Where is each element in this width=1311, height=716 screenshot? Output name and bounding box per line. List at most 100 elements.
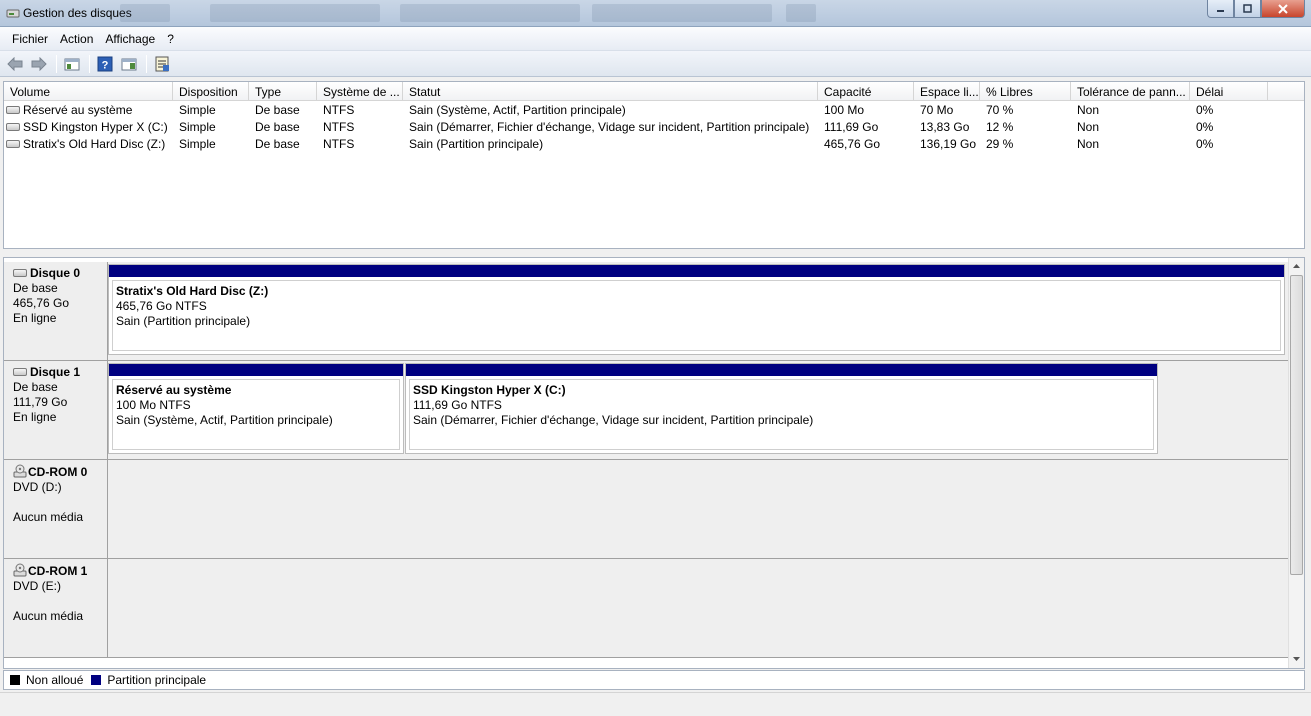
column-type[interactable]: Type — [249, 82, 317, 101]
hard-disk-icon — [13, 268, 27, 277]
menu-affichage[interactable]: Affichage — [99, 29, 161, 49]
column-status[interactable]: Statut — [403, 82, 818, 101]
cell-fault-tolerance: Non — [1077, 103, 1100, 117]
cell-filesystem: NTFS — [323, 120, 355, 134]
window-title: Gestion des disques — [23, 6, 132, 20]
table-row[interactable]: SSD Kingston Hyper X (C:) Simple De base… — [4, 119, 1304, 136]
disk-type: De base — [13, 281, 58, 295]
scroll-up-icon — [1293, 264, 1300, 268]
cell-capacity: 465,76 Go — [824, 137, 881, 151]
scroll-down-button[interactable] — [1289, 651, 1304, 667]
column-free-percent[interactable]: % Libres — [980, 82, 1071, 101]
partition[interactable]: Réservé au système 100 Mo NTFS Sain (Sys… — [108, 363, 404, 454]
legend-swatch-unallocated — [10, 675, 20, 685]
scrollbar-thumb[interactable] — [1290, 275, 1303, 575]
column-filesystem[interactable]: Système de ... — [317, 82, 403, 101]
cell-status: Sain (Système, Actif, Partition principa… — [409, 103, 626, 117]
menu-help[interactable]: ? — [161, 29, 180, 49]
partition-size: 111,69 Go NTFS — [413, 398, 502, 412]
status-bar — [0, 692, 1311, 716]
disk-label[interactable]: CD-ROM 0 DVD (D:) Aucun média — [4, 460, 108, 559]
disk-row: Disque 0 De base 465,76 Go En ligne Stra… — [4, 262, 1290, 361]
taskbar-ghost — [210, 4, 380, 22]
cell-free-percent: 12 % — [986, 120, 1014, 134]
partition[interactable]: Stratix's Old Hard Disc (Z:) 465,76 Go N… — [108, 264, 1285, 355]
disk-area: Stratix's Old Hard Disc (Z:) 465,76 Go N… — [108, 262, 1290, 361]
toolbar: ? — [0, 51, 1311, 77]
partition-content: Réservé au système 100 Mo NTFS Sain (Sys… — [112, 379, 400, 450]
scroll-up-button[interactable] — [1289, 258, 1304, 274]
console-tree-button[interactable] — [61, 54, 83, 74]
volume-list[interactable]: Volume Disposition Type Système de ... S… — [3, 81, 1305, 249]
partition-content: SSD Kingston Hyper X (C:) 111,69 Go NTFS… — [409, 379, 1154, 450]
column-volume[interactable]: Volume — [4, 82, 173, 101]
menu-fichier[interactable]: Fichier — [6, 29, 54, 49]
cell-disposition: Simple — [179, 103, 216, 117]
cell-free-percent: 70 % — [986, 103, 1014, 117]
cd-rom-icon — [13, 464, 27, 478]
taskbar-ghost — [120, 4, 170, 22]
cd-rom-icon — [13, 563, 27, 577]
cell-filesystem: NTFS — [323, 137, 355, 151]
table-row[interactable]: Réservé au système Simple De base NTFS S… — [4, 102, 1304, 119]
cell-overhead: 0% — [1196, 103, 1214, 117]
disk-size: 465,76 Go — [13, 296, 70, 310]
cell-overhead: 0% — [1196, 137, 1214, 151]
disk-label[interactable]: Disque 0 De base 465,76 Go En ligne — [4, 262, 108, 361]
disk-label[interactable]: CD-ROM 1 DVD (E:) Aucun média — [4, 559, 108, 658]
cell-free-space: 70 Mo — [920, 103, 954, 117]
disk-area: Réservé au système 100 Mo NTFS Sain (Sys… — [108, 361, 1290, 460]
column-disposition[interactable]: Disposition — [173, 82, 249, 101]
partition-name: Stratix's Old Hard Disc (Z:) — [116, 284, 269, 298]
cell-filesystem: NTFS — [323, 103, 355, 117]
partition[interactable]: SSD Kingston Hyper X (C:) 111,69 Go NTFS… — [405, 363, 1158, 454]
cell-volume: SSD Kingston Hyper X (C:) — [4, 120, 173, 134]
cell-volume: Stratix's Old Hard Disc (Z:) — [4, 137, 173, 151]
forward-button[interactable] — [28, 54, 50, 74]
disk-view[interactable]: Disque 0 De base 465,76 Go En ligne Stra… — [3, 257, 1305, 669]
cell-status: Sain (Démarrer, Fichier d'échange, Vidag… — [409, 120, 810, 134]
column-header: Volume Disposition Type Système de ... S… — [4, 82, 1304, 101]
disk-name: CD-ROM 0 — [28, 465, 88, 479]
vertical-scrollbar[interactable] — [1288, 258, 1304, 668]
taskbar-ghost — [400, 4, 580, 22]
partition-status: Sain (Partition principale) — [116, 314, 251, 328]
cell-disposition: Simple — [179, 120, 216, 134]
volume-name: Réservé au système — [23, 103, 133, 117]
back-icon — [7, 56, 23, 71]
properties-button[interactable] — [151, 54, 173, 74]
column-overhead[interactable]: Délai — [1190, 82, 1268, 101]
toolbar-separator — [56, 54, 57, 73]
scroll-down-icon — [1293, 657, 1300, 661]
disk-state: En ligne — [13, 311, 57, 325]
legend-label: Non alloué — [26, 673, 84, 687]
cell-status: Sain (Partition principale) — [409, 137, 544, 151]
action-pane-icon — [121, 58, 137, 70]
minimize-button[interactable] — [1207, 0, 1234, 18]
disk-row: CD-ROM 0 DVD (D:) Aucun média — [4, 460, 1290, 559]
taskbar-ghost — [786, 4, 816, 22]
partition-size: 100 Mo NTFS — [116, 398, 191, 412]
forward-icon — [31, 56, 47, 71]
table-row[interactable]: Stratix's Old Hard Disc (Z:) Simple De b… — [4, 136, 1304, 153]
action-pane-button[interactable] — [118, 54, 140, 74]
drive-icon — [6, 122, 20, 131]
close-button[interactable] — [1261, 0, 1305, 18]
taskbar-ghost — [592, 4, 772, 22]
maximize-icon — [1243, 4, 1252, 13]
hard-disk-icon — [13, 367, 27, 376]
cell-type: De base — [255, 137, 300, 151]
legend-label: Partition principale — [107, 673, 207, 687]
menu-action[interactable]: Action — [54, 29, 99, 49]
help-button[interactable]: ? — [94, 54, 116, 74]
disk-label[interactable]: Disque 1 De base 111,79 Go En ligne — [4, 361, 108, 460]
maximize-button[interactable] — [1234, 0, 1261, 18]
column-fault-tolerance[interactable]: Tolérance de pann... — [1071, 82, 1190, 101]
disk-name: CD-ROM 1 — [28, 564, 88, 578]
cell-capacity: 100 Mo — [824, 103, 865, 117]
disk-size: 111,79 Go — [13, 395, 68, 409]
help-icon: ? — [97, 56, 113, 71]
column-free-space[interactable]: Espace li... — [914, 82, 980, 101]
column-capacity[interactable]: Capacité — [818, 82, 914, 101]
back-button[interactable] — [4, 54, 26, 74]
